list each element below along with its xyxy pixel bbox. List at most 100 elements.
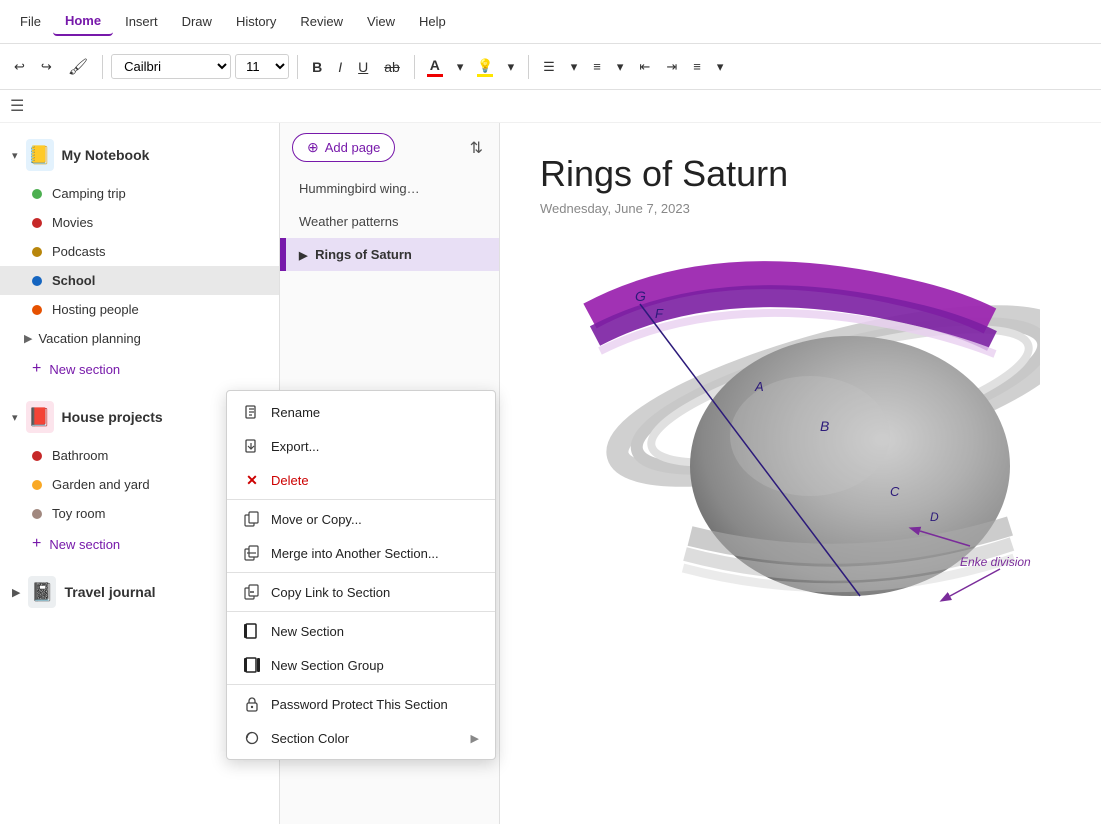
- bold-button[interactable]: B: [306, 55, 328, 79]
- ctx-section-color-label: Section Color: [280, 731, 349, 746]
- section-label-garden: Garden and yard: [52, 477, 150, 492]
- expand-icon: ▶: [299, 250, 307, 262]
- font-size-select[interactable]: 11 12 14 16: [235, 54, 289, 79]
- section-vacation-planning[interactable]: ▶ Vacation planning: [0, 324, 279, 353]
- svg-text:F: F: [655, 306, 664, 321]
- redo-button[interactable]: ↪: [35, 55, 58, 79]
- page-title: Rings of Saturn: [540, 153, 1061, 195]
- menu-bar: File Home Insert Draw History Review Vie…: [0, 0, 1101, 44]
- toolbar: ↩ ↪ 🖌 Cailbri Arial Times New Roman 11 1…: [0, 44, 1101, 90]
- context-menu: Rename Export... ✕ Delete Move or Copy..…: [280, 390, 496, 760]
- section-label-movies: Movies: [52, 215, 93, 230]
- svg-text:Enke division: Enke division: [960, 555, 1031, 569]
- section-hosting-people[interactable]: Hosting people: [0, 295, 279, 324]
- notebook-title-house: House projects: [62, 409, 163, 425]
- menu-insert[interactable]: Insert: [113, 8, 170, 35]
- page-label-weather: Weather patterns: [299, 214, 398, 229]
- font-color-indicator: [427, 74, 443, 77]
- svg-text:A: A: [754, 379, 764, 394]
- section-movies[interactable]: Movies: [0, 208, 279, 237]
- font-color-button[interactable]: A: [423, 54, 447, 79]
- align-dropdown[interactable]: ▾: [711, 55, 730, 79]
- section-podcasts[interactable]: Podcasts: [0, 237, 279, 266]
- ctx-section-color[interactable]: Section Color ▶: [280, 721, 495, 755]
- ctx-password[interactable]: Password Protect This Section: [280, 687, 495, 721]
- page-weather[interactable]: Weather patterns: [280, 205, 499, 238]
- saturn-image: G F A B C D Enke division: [540, 236, 1040, 596]
- bullet-list-button[interactable]: ☰: [537, 55, 561, 79]
- notebook-icon-my-notebook: 📒: [26, 139, 54, 171]
- ctx-copy-link[interactable]: Copy Link to Section: [280, 575, 495, 609]
- section-color-movies: [32, 218, 42, 228]
- section-color-toy-room: [32, 509, 42, 519]
- ctx-export[interactable]: Export...: [280, 429, 495, 463]
- section-label-bathroom: Bathroom: [52, 448, 108, 463]
- pages-panel: ⊕ Add page ⇅ Hummingbird wing… Weather p…: [280, 123, 500, 824]
- font-color-dropdown[interactable]: ▾: [451, 55, 470, 79]
- section-camping-trip[interactable]: Camping trip: [0, 179, 279, 208]
- ctx-delete[interactable]: ✕ Delete: [280, 463, 495, 497]
- sort-pages-button[interactable]: ⇅: [466, 134, 487, 162]
- add-page-button[interactable]: ⊕ Add page: [292, 133, 395, 162]
- undo-button[interactable]: ↩: [8, 55, 31, 79]
- ctx-divider-1: [280, 499, 495, 500]
- numbered-list-dropdown[interactable]: ▾: [611, 55, 630, 79]
- numbered-list-button[interactable]: ≡: [587, 55, 607, 78]
- ctx-new-section[interactable]: New Section: [280, 614, 495, 648]
- add-page-icon: ⊕: [307, 139, 319, 156]
- menu-draw[interactable]: Draw: [170, 8, 224, 35]
- ctx-rename[interactable]: Rename: [280, 395, 495, 429]
- underline-button[interactable]: U: [352, 55, 374, 79]
- new-section-label-1: New section: [49, 362, 120, 377]
- ctx-new-section-group-label: New Section Group: [280, 658, 384, 673]
- section-school[interactable]: School: [0, 266, 279, 295]
- notebook-my-notebook[interactable]: ▾ 📒 My Notebook: [0, 131, 279, 179]
- active-page-indicator: [283, 238, 286, 271]
- font-family-select[interactable]: Cailbri Arial Times New Roman: [111, 54, 231, 79]
- menu-help[interactable]: Help: [407, 8, 458, 35]
- menu-history[interactable]: History: [224, 8, 288, 35]
- decrease-indent-button[interactable]: ⇤: [633, 55, 656, 79]
- page-label-rings: Rings of Saturn: [315, 247, 412, 262]
- section-label-vacation: Vacation planning: [38, 331, 140, 346]
- new-section-button-1[interactable]: + New section: [0, 353, 279, 385]
- ctx-export-label: Export...: [280, 439, 319, 454]
- hamburger-icon: ☰: [10, 98, 24, 115]
- menu-home[interactable]: Home: [53, 7, 113, 36]
- toolbar-divider-2: [297, 55, 298, 79]
- format-painter-button[interactable]: 🖌: [62, 53, 94, 81]
- ctx-merge[interactable]: Merge into Another Section...: [280, 536, 495, 570]
- svg-text:G: G: [635, 288, 646, 304]
- section-label-toy-room: Toy room: [52, 506, 105, 521]
- bullet-list-dropdown[interactable]: ▾: [565, 55, 584, 79]
- ctx-new-section-group[interactable]: New Section Group: [280, 648, 495, 682]
- highlight-button[interactable]: 💡: [473, 55, 497, 79]
- section-label-camping: Camping trip: [52, 186, 126, 201]
- page-hummingbird[interactable]: Hummingbird wing…: [280, 172, 499, 205]
- pages-header: ⊕ Add page ⇅: [280, 123, 499, 172]
- ctx-new-section-label: New Section: [280, 624, 344, 639]
- increase-indent-button[interactable]: ⇥: [660, 55, 683, 79]
- hamburger-menu[interactable]: ☰: [0, 90, 1101, 123]
- ctx-delete-label: Delete: [280, 473, 309, 488]
- chevron-down-icon: ▾: [12, 149, 18, 162]
- ctx-divider-4: [280, 684, 495, 685]
- italic-button[interactable]: I: [332, 55, 348, 79]
- page-label-hummingbird: Hummingbird wing…: [299, 181, 420, 196]
- svg-text:D: D: [930, 510, 939, 524]
- ctx-password-label: Password Protect This Section: [280, 697, 448, 712]
- ctx-copy-link-label: Copy Link to Section: [280, 585, 390, 600]
- strikethrough-button[interactable]: ab: [378, 55, 406, 79]
- page-rings-of-saturn[interactable]: ▶ Rings of Saturn: [280, 238, 499, 271]
- content-area: Rings of Saturn Wednesday, June 7, 2023: [500, 123, 1101, 824]
- align-button[interactable]: ≡: [687, 55, 707, 78]
- menu-view[interactable]: View: [355, 8, 407, 35]
- menu-review[interactable]: Review: [288, 8, 355, 35]
- ctx-merge-label: Merge into Another Section...: [280, 546, 439, 561]
- ctx-move-copy[interactable]: Move or Copy...: [280, 502, 495, 536]
- menu-file[interactable]: File: [8, 8, 53, 35]
- notebook-title-my-notebook: My Notebook: [62, 147, 150, 163]
- main-layout: ▾ 📒 My Notebook Camping trip Movies Podc…: [0, 123, 1101, 824]
- toolbar-divider-3: [414, 55, 415, 79]
- highlight-dropdown[interactable]: ▾: [502, 55, 521, 79]
